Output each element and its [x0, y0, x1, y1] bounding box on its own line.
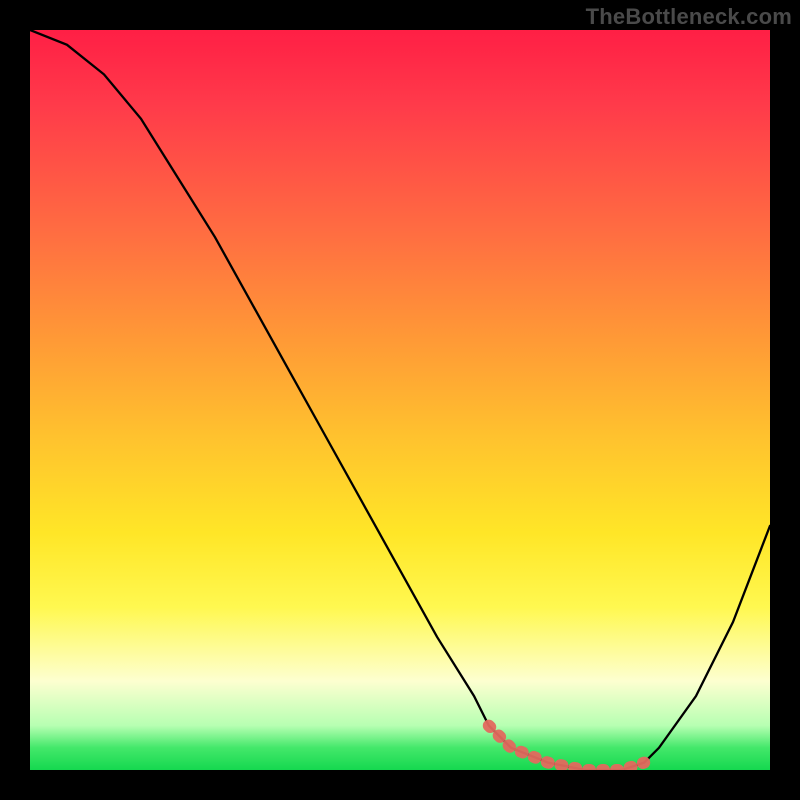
chart-frame: TheBottleneck.com	[0, 0, 800, 800]
curve-layer	[30, 30, 770, 770]
watermark-text: TheBottleneck.com	[586, 4, 792, 30]
plot-area	[30, 30, 770, 770]
trough-highlight	[489, 726, 644, 770]
bottleneck-curve	[30, 30, 770, 770]
